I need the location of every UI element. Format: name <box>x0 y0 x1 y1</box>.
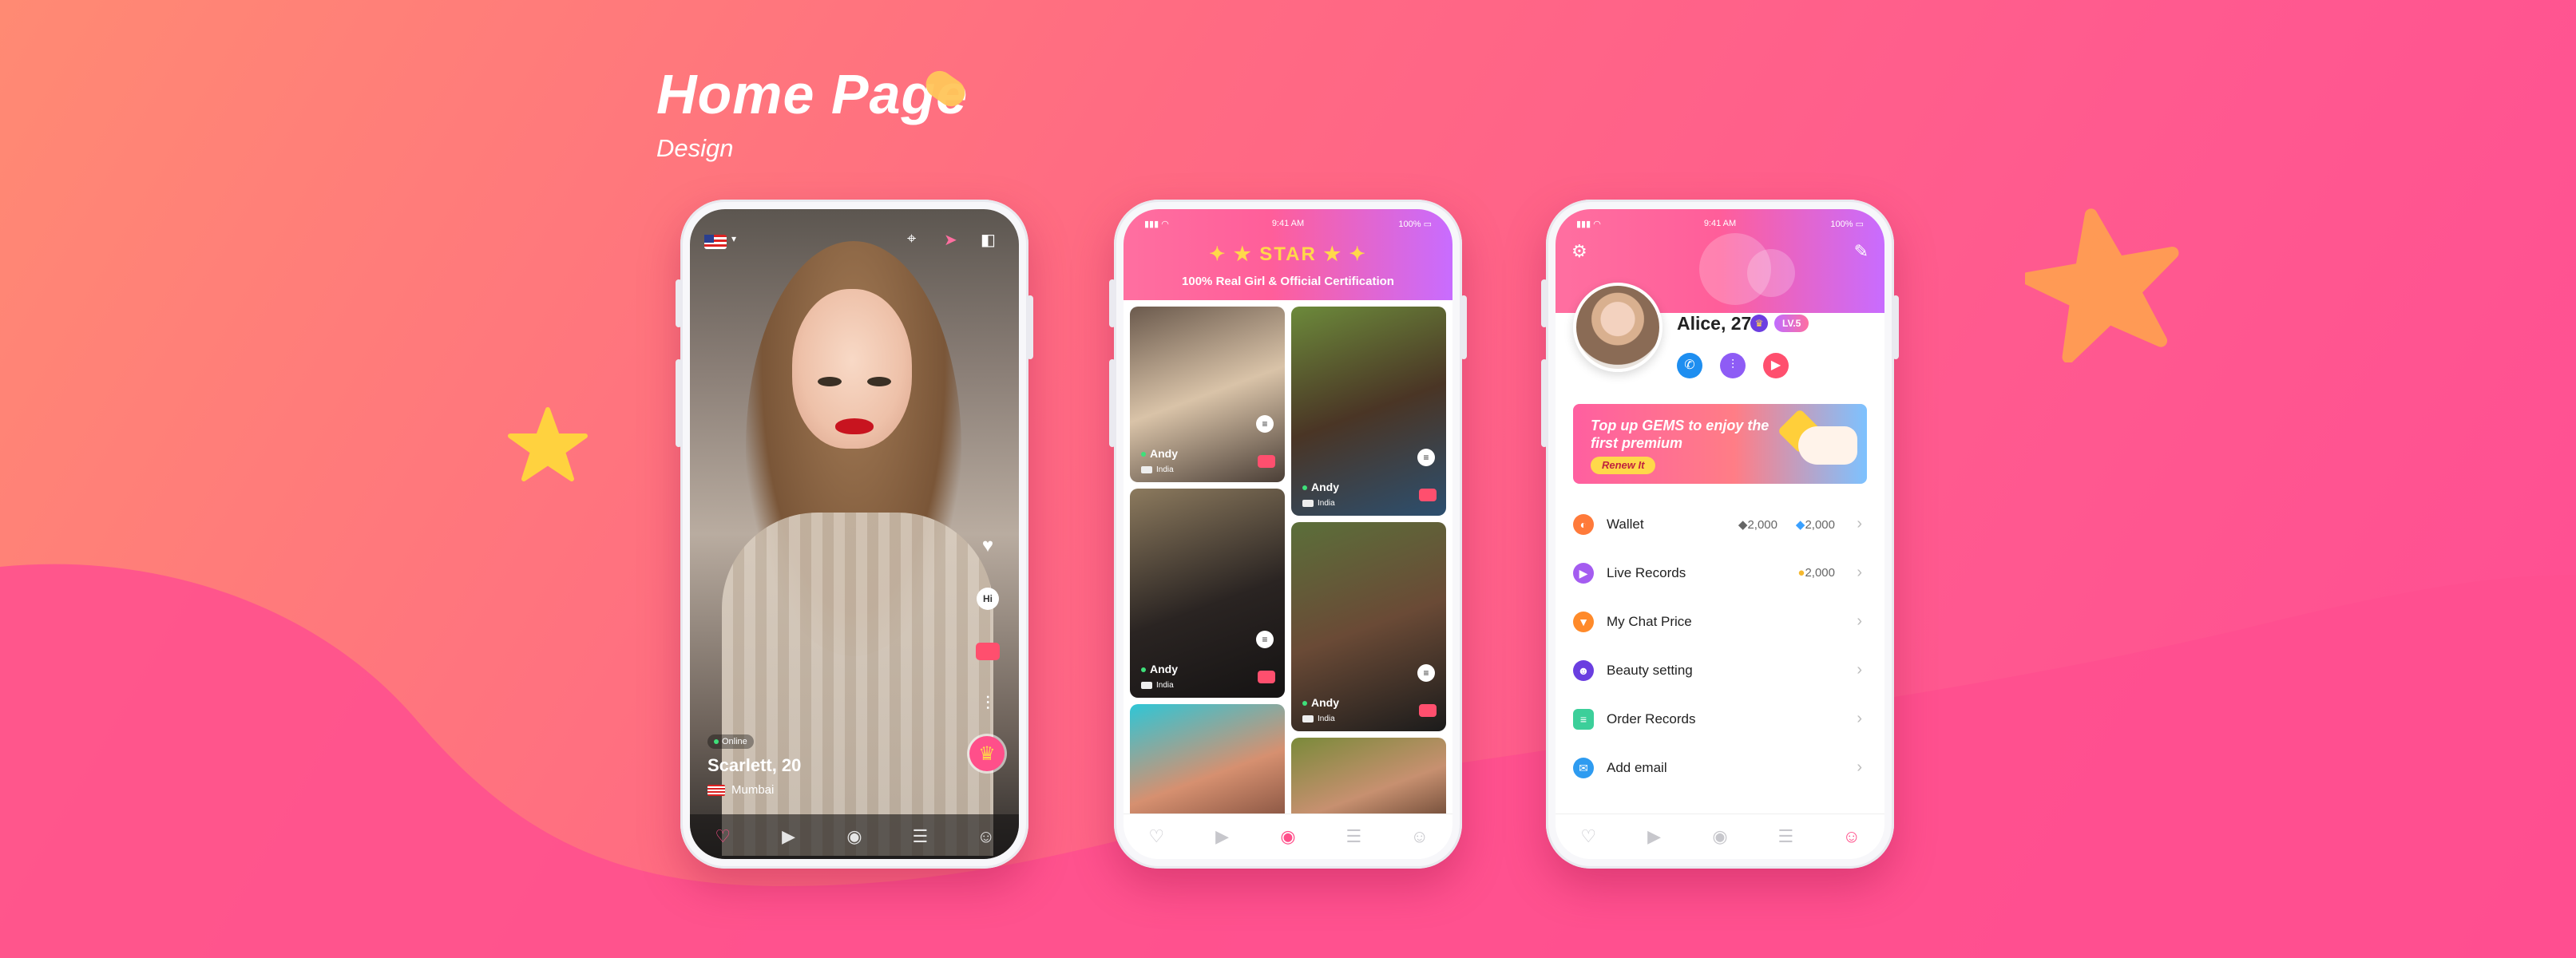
menu-item-chat-price[interactable]: ▼ My Chat Price › <box>1573 597 1867 646</box>
tab-home-icon[interactable]: ♡ <box>707 826 739 847</box>
location-pin-icon[interactable]: ⌖ <box>907 230 916 248</box>
banner-text: Top up GEMS to enjoy the first premium <box>1591 418 1770 451</box>
crown-vip-button[interactable]: ♛ <box>969 736 1005 771</box>
country-flag-button[interactable] <box>704 235 727 249</box>
profile-card-partial[interactable] <box>1130 704 1285 832</box>
settings-gear-icon[interactable]: ⚙ <box>1571 241 1587 262</box>
profile-card[interactable]: ≡ Andy India <box>1291 307 1446 516</box>
tab-home-icon[interactable]: ♡ <box>1140 826 1172 847</box>
tab-star-icon[interactable]: ◉ <box>1272 826 1304 847</box>
video-icon[interactable] <box>1258 671 1275 683</box>
phone-call-icon[interactable]: ✆ <box>1677 353 1702 378</box>
chevron-down-icon: ▾ <box>731 233 737 244</box>
layout-icon[interactable]: ◧ <box>981 230 996 250</box>
level-badge: LV.5 <box>1774 315 1809 332</box>
page-heading-title: Home Page <box>656 63 969 125</box>
chevron-right-icon: › <box>1857 758 1862 776</box>
settings-menu: ◐ Wallet ◆2,000 ◆2,000 › ▶ Live Records … <box>1573 500 1867 792</box>
page-heading-subtitle: Design <box>656 134 734 162</box>
renew-button[interactable]: Renew It <box>1591 457 1656 474</box>
brand-title: ✦ ★ STAR ★ ✦ <box>1209 243 1367 265</box>
profile-card[interactable]: ≡ Andy India <box>1291 522 1446 731</box>
profile-name: Alice, 27 <box>1677 313 1752 334</box>
user-name: Scarlett, 20 <box>707 755 802 775</box>
flag-icon <box>707 785 725 797</box>
menu-item-order-records[interactable]: ≡ Order Records › <box>1573 695 1867 743</box>
chat-icon[interactable]: ≡ <box>1256 415 1274 433</box>
tab-profile-icon[interactable]: ☺ <box>970 826 1002 847</box>
coin-balance: ●2,000 <box>1797 566 1835 580</box>
avatar[interactable] <box>1573 283 1663 372</box>
video-icon[interactable] <box>1258 455 1275 468</box>
video-call-button[interactable] <box>974 638 1001 665</box>
chevron-right-icon: › <box>1857 612 1862 630</box>
tab-profile-icon[interactable]: ☺ <box>1836 826 1868 847</box>
menu-item-beauty-setting[interactable]: ☻ Beauty setting › <box>1573 646 1867 695</box>
bottom-tab-bar: ♡ ▶ ◉ ☰ ☺ <box>1556 814 1884 859</box>
beauty-icon: ☻ <box>1573 659 1594 681</box>
menu-item-wallet[interactable]: ◐ Wallet ◆2,000 ◆2,000 › <box>1573 500 1867 548</box>
chevron-right-icon: › <box>1857 564 1862 581</box>
document-icon: ≡ <box>1573 708 1594 730</box>
star-header: ▮▮▮ ◠ 9:41 AM 100% ▭ ✦ ★ STAR ★ ✦ 100% R… <box>1124 209 1452 300</box>
tab-home-icon[interactable]: ♡ <box>1572 826 1604 847</box>
phone-profile: ▮▮▮ ◠ 9:41 AM 100% ▭ ⚙ ✎ Alice, 27 ♛ LV.… <box>1541 200 1899 869</box>
gold-balance: ◆2,000 <box>1738 517 1777 532</box>
tab-star-icon[interactable]: ◉ <box>838 826 870 847</box>
phone-star-grid: ▮▮▮ ◠ 9:41 AM 100% ▭ ✦ ★ STAR ★ ✦ 100% R… <box>1109 200 1467 869</box>
profile-card[interactable]: ≡ Andy India <box>1130 489 1285 698</box>
chat-icon[interactable]: ≡ <box>1417 664 1435 682</box>
star-grid-screen: ▮▮▮ ◠ 9:41 AM 100% ▭ ✦ ★ STAR ★ ✦ 100% R… <box>1124 209 1452 859</box>
star-decoration-left <box>508 407 588 481</box>
email-icon: ✉ <box>1573 757 1594 778</box>
voice-icon[interactable]: ⫶ <box>1720 353 1746 378</box>
chevron-right-icon: › <box>1857 710 1862 727</box>
tab-star-icon[interactable]: ◉ <box>1704 826 1736 847</box>
say-hi-button[interactable]: Hi <box>974 585 1001 612</box>
hand-illustration <box>1798 426 1857 465</box>
chevron-right-icon: › <box>1857 661 1862 679</box>
star-decoration-right <box>2025 208 2179 362</box>
tab-video-icon[interactable]: ▶ <box>1207 826 1238 847</box>
topup-banner[interactable]: Top up GEMS to enjoy the first premium R… <box>1573 404 1867 484</box>
tab-chat-icon[interactable]: ☰ <box>904 826 936 847</box>
user-city: Mumbai <box>707 783 774 797</box>
phone-live-feed: ▾ ⌖ ➤ ◧ ♥ Hi ⫶ ♛ Online Scarlett, 20 Mum… <box>676 200 1033 869</box>
tab-chat-icon[interactable]: ☰ <box>1338 826 1369 847</box>
live-feed-screen: ▾ ⌖ ➤ ◧ ♥ Hi ⫶ ♛ Online Scarlett, 20 Mum… <box>690 209 1019 859</box>
like-heart-button[interactable]: ♥ <box>974 532 1001 560</box>
edit-pencil-icon[interactable]: ✎ <box>1854 241 1869 262</box>
voice-wave-icon[interactable]: ⫶ <box>974 691 1001 718</box>
video-icon[interactable] <box>1419 704 1437 717</box>
profile-grid: ≡ Andy India ≡ Andy India ≡ Andy India ≡… <box>1130 307 1446 833</box>
tab-chat-icon[interactable]: ☰ <box>1770 826 1801 847</box>
rocket-icon[interactable]: ➤ <box>944 230 957 250</box>
menu-item-add-email[interactable]: ✉ Add email › <box>1573 743 1867 792</box>
wallet-icon: ◐ <box>1573 513 1594 535</box>
tab-video-icon[interactable]: ▶ <box>1639 826 1670 847</box>
online-badge: Online <box>707 734 754 749</box>
video-icon[interactable] <box>1419 489 1437 501</box>
diamond-icon: ▼ <box>1573 611 1594 632</box>
gem-balance: ◆2,000 <box>1795 517 1835 532</box>
profile-card[interactable]: ≡ Andy India <box>1130 307 1285 482</box>
certification-text: 100% Real Girl & Official Certification <box>1182 275 1394 288</box>
menu-item-live-records[interactable]: ▶ Live Records ●2,000 › <box>1573 548 1867 597</box>
bottom-tab-bar: ♡ ▶ ◉ ☰ ☺ <box>690 814 1019 859</box>
crown-icon: ♛ <box>1750 315 1768 332</box>
chat-icon[interactable]: ≡ <box>1256 631 1274 648</box>
chevron-right-icon: › <box>1857 515 1862 532</box>
play-video-icon[interactable]: ▶ <box>1763 353 1789 378</box>
video-camera-icon: ▶ <box>1573 562 1594 584</box>
sweater-illustration <box>722 513 993 856</box>
profile-screen: ▮▮▮ ◠ 9:41 AM 100% ▭ ⚙ ✎ Alice, 27 ♛ LV.… <box>1556 209 1884 859</box>
heading: Home Page Design <box>656 62 971 163</box>
chat-icon[interactable]: ≡ <box>1417 449 1435 466</box>
tab-video-icon[interactable]: ▶ <box>773 826 805 847</box>
tab-profile-icon[interactable]: ☺ <box>1404 826 1436 847</box>
bottom-tab-bar: ♡ ▶ ◉ ☰ ☺ <box>1124 814 1452 859</box>
